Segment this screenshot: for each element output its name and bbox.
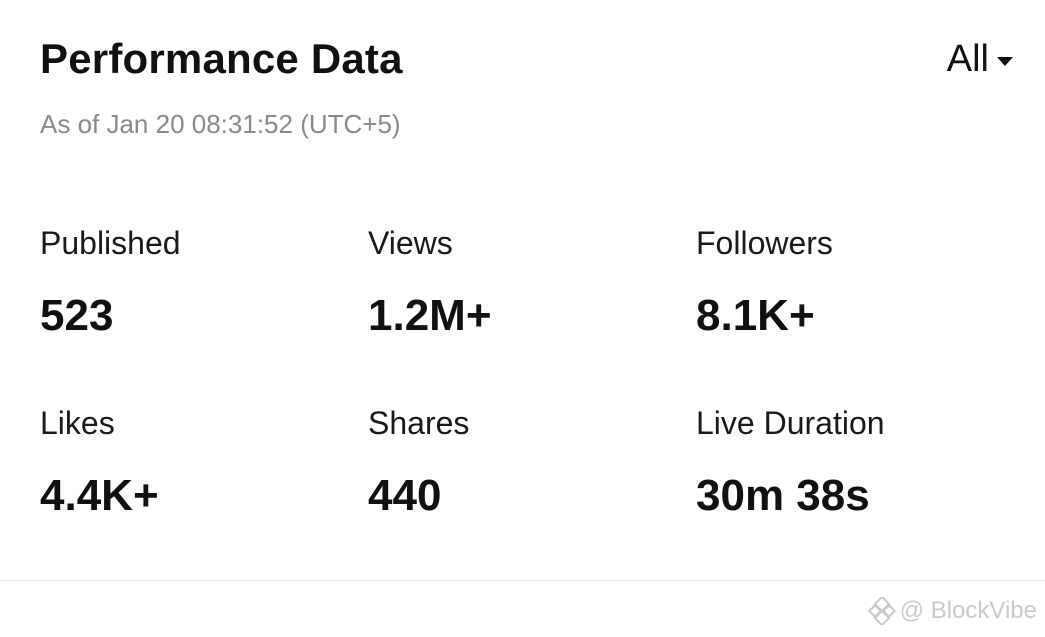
stat-label: Views [368,225,453,261]
page-title: Performance Data [40,35,403,82]
watermark-text: @ BlockVibe [899,597,1037,624]
stat-label: Published [40,225,181,261]
stat-value: 4.4K+ [40,471,159,520]
caret-down-icon [997,56,1013,66]
updated-timestamp: As of Jan 20 08:31:52 (UTC+5) [40,109,401,139]
stat-shares: Shares 440 [368,402,696,582]
stat-live-duration: Live Duration 30m 38s [696,402,1020,582]
stat-label: Live Duration [696,405,885,441]
stat-value: 440 [368,471,442,520]
stats-grid: Published 523 Views 1.2M+ Followers 8.1K… [40,222,1020,582]
stat-value: 8.1K+ [696,291,815,340]
stat-label: Shares [368,405,470,441]
stat-value: 1.2M+ [368,291,492,340]
stat-published: Published 523 [40,222,368,402]
filter-dropdown-label: All [946,38,989,80]
stat-label: Followers [696,225,833,261]
watermark: @ BlockVibe [867,596,1037,626]
diamond-logo-icon [867,597,896,625]
stat-likes: Likes 4.4K+ [40,402,368,582]
stat-value: 523 [40,291,114,340]
stat-label: Likes [40,405,115,441]
stat-value: 30m 38s [696,471,870,520]
stat-followers: Followers 8.1K+ [696,222,1020,402]
stat-views: Views 1.2M+ [368,222,696,402]
divider [0,580,1045,581]
filter-dropdown[interactable]: All [947,36,1013,82]
